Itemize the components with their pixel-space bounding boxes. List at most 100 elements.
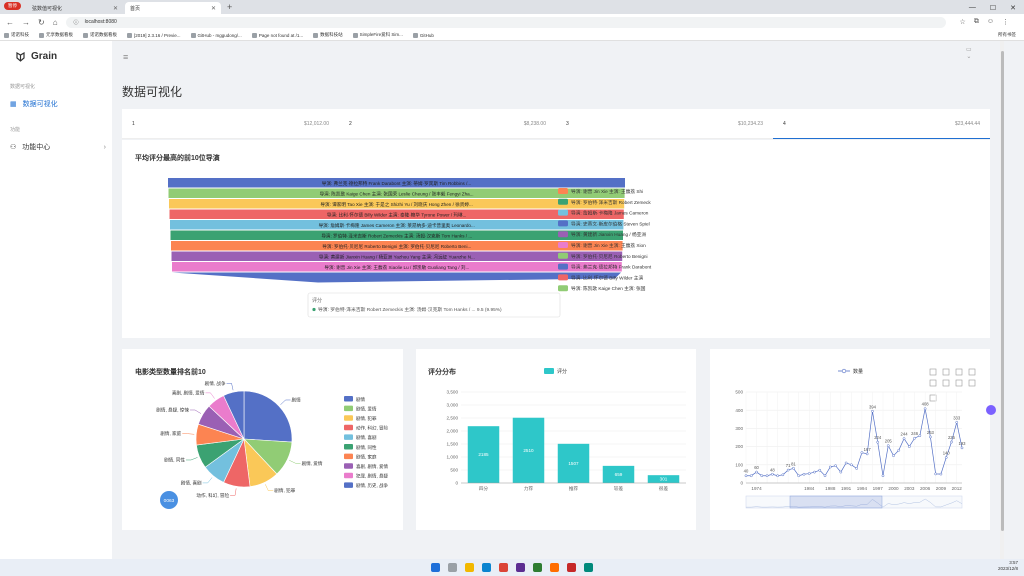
x-tick-label: 1988 — [825, 486, 836, 491]
bookmark-item[interactable]: 诺诺科技 — [4, 32, 29, 38]
reload-icon[interactable]: ↻ — [38, 18, 45, 27]
y-tick-label: 2,500 — [447, 416, 459, 421]
sidebar-item-function-center[interactable]: ⚇ 功能中心 › — [10, 142, 106, 152]
data-label: 81 — [791, 461, 796, 466]
bookmark-icon — [313, 32, 319, 38]
data-point — [770, 472, 774, 476]
close-icon[interactable]: ✕ — [113, 5, 118, 12]
user-icon: ⚇ — [10, 144, 17, 151]
pie-slice-label: 动作, 科幻, 冒险 — [196, 492, 229, 499]
legend-label: 剧情, 犯罪 — [356, 415, 377, 422]
stat-card-1[interactable]: 1 $12,012.00 — [122, 109, 339, 139]
paused-badge[interactable]: 暂停 — [4, 2, 21, 10]
stats-tabs: 1 $12,012.00 2 $8,238.00 3 $10,234.23 4 $23,… — [122, 109, 990, 139]
os-taskbar: 3:57 2023/12/8 — [0, 559, 1024, 576]
app-logo[interactable]: Grain — [16, 51, 57, 62]
legend-swatch — [558, 285, 568, 292]
maximize-icon[interactable]: ☐ — [990, 4, 996, 12]
menu-toggle-icon[interactable]: ≡ — [123, 52, 128, 62]
app-icon[interactable] — [567, 563, 576, 572]
all-bookmarks[interactable]: 所有书签 — [998, 32, 1024, 38]
sidebar-item-visualization[interactable]: ▦ 数据可视化 — [10, 99, 106, 109]
close-window-icon[interactable]: ✕ — [1010, 4, 1016, 12]
url-input[interactable]: ⓘ localhost:8080 — [65, 16, 946, 28]
pie-label-line — [289, 460, 301, 464]
pie-label-line — [226, 383, 234, 391]
data-label: 40 — [744, 469, 749, 474]
y-tick-label: 3,500 — [447, 390, 459, 395]
stat-card-2[interactable]: 2 $8,238.00 — [339, 109, 556, 139]
extensions-icon[interactable]: ⧉ — [974, 18, 979, 26]
menu-icon[interactable]: ⋮ — [1002, 18, 1009, 26]
bookmark-item[interactable]: 诺诺数据看板 — [83, 32, 117, 38]
bookmark-item[interactable]: 元享数据看板 — [39, 32, 73, 38]
funnel-segment-label: 导演: 黄建新 Jianxin Huang / 杨亚洲 Yazhou Yang … — [319, 253, 475, 260]
chrome-icon[interactable] — [499, 563, 508, 572]
data-label: 224 — [874, 435, 882, 440]
data-point — [786, 468, 790, 472]
data-point — [886, 444, 890, 448]
bookmark-item[interactable]: SimpleFire爱科 Sim... — [352, 32, 403, 38]
chart-icon: ▦ — [10, 101, 17, 108]
bookmark-item[interactable]: 数据科技站 — [313, 32, 343, 38]
search-icon[interactable] — [448, 563, 457, 572]
app-icon[interactable] — [516, 563, 525, 572]
info-icon[interactable]: ⓘ — [74, 19, 79, 26]
bookmark-item[interactable]: Page not found at /1... — [251, 32, 303, 38]
back-icon[interactable]: ← — [6, 18, 14, 27]
edge-icon[interactable] — [482, 563, 491, 572]
folder-icon[interactable] — [465, 563, 474, 572]
assistant-button[interactable] — [986, 405, 996, 415]
legend-swatch — [558, 263, 568, 270]
x-tick-label: 2012 — [952, 486, 963, 491]
minimize-icon[interactable]: — — [969, 4, 976, 12]
browser-tab-1[interactable]: 弦数值可视化 ✕ — [27, 2, 123, 14]
system-clock[interactable]: 3:57 2023/12/8 — [998, 560, 1018, 572]
bookmark-icon — [39, 32, 44, 38]
app-icon[interactable] — [533, 563, 542, 572]
stat-card-4[interactable]: 4 $23,444.44 — [773, 109, 990, 139]
close-icon[interactable]: ✕ — [211, 5, 216, 12]
pie-slice-label: 剧情, 喜剧 — [181, 480, 202, 487]
bookmark-item[interactable]: GitHub — [412, 32, 434, 38]
app-icon[interactable] — [550, 563, 559, 572]
pie-label-line — [265, 484, 274, 491]
new-tab-icon[interactable]: + — [227, 2, 232, 12]
bookmark-label: 数据科技站 — [320, 32, 343, 37]
data-label: 244 — [901, 432, 909, 437]
url-text: localhost:8080 — [84, 19, 117, 25]
stat-card-3[interactable]: 3 $10,234.23 — [556, 109, 773, 139]
line-chart[interactable]: 数量01002003004005004060 4871 81167394224205… — [710, 349, 990, 530]
funnel-tooltip: 评分导演: 罗伯特·泽米吉斯 Robert Zemeckis 主演: 汤姆·汉克… — [307, 292, 561, 318]
restore-icon — [942, 368, 950, 376]
user-avatar[interactable]: ▭ ⌄ — [966, 46, 972, 60]
funnel-chart[interactable]: 导演: 弗兰克·德拉邦特 Frank Darabont 主演: 蒂姆·罗宾斯 T… — [122, 140, 990, 338]
bookmark-icon — [4, 32, 9, 38]
scrollbar-thumb[interactable] — [1000, 51, 1004, 531]
legend-label: 导演: 谢晋 Jin Xie 主演: 王馥荔 Xion — [571, 242, 646, 249]
home-icon[interactable]: ⌂ — [53, 18, 58, 27]
bookmark-item[interactable]: [2019] 2.3.16 / Previe... — [127, 32, 181, 38]
page-scrollbar[interactable] — [1000, 41, 1004, 559]
avatar-icon: ▭ — [966, 47, 972, 53]
bookmark-item[interactable]: GitHub - mggudong/... — [190, 32, 242, 38]
data-point — [902, 437, 906, 440]
grain-logo-icon — [16, 51, 25, 62]
profile-icon[interactable]: ☺ — [987, 18, 994, 26]
data-zoom-window — [789, 495, 883, 509]
data-point — [744, 474, 748, 478]
forward-icon[interactable]: → — [22, 18, 30, 27]
star-icon[interactable]: ☆ — [960, 18, 966, 26]
bookmark-label: 诺诺科技 — [11, 32, 29, 37]
bar-value-label: 301 — [660, 477, 668, 482]
app-icon[interactable] — [584, 563, 593, 572]
browser-tab-2[interactable]: 首页 ✕ — [125, 2, 221, 14]
bar-chart[interactable]: 评分 0 500 1,000 1,500 2,000 2,500 3,000 3,500 2185… — [416, 349, 696, 530]
stat-value: $8,238.00 — [523, 120, 546, 127]
windows-start-icon[interactable] — [431, 563, 440, 572]
pie-chart[interactable]: 剧情剧情, 爱情剧情, 犯罪动作, 科幻, 冒险剧情, 喜剧剧情, 同性剧情, … — [122, 349, 403, 530]
zoom-icon — [968, 379, 976, 387]
tooltip-marker — [312, 307, 316, 312]
bookmark-label: 元享数据看板 — [46, 32, 73, 37]
data-point — [850, 463, 853, 467]
